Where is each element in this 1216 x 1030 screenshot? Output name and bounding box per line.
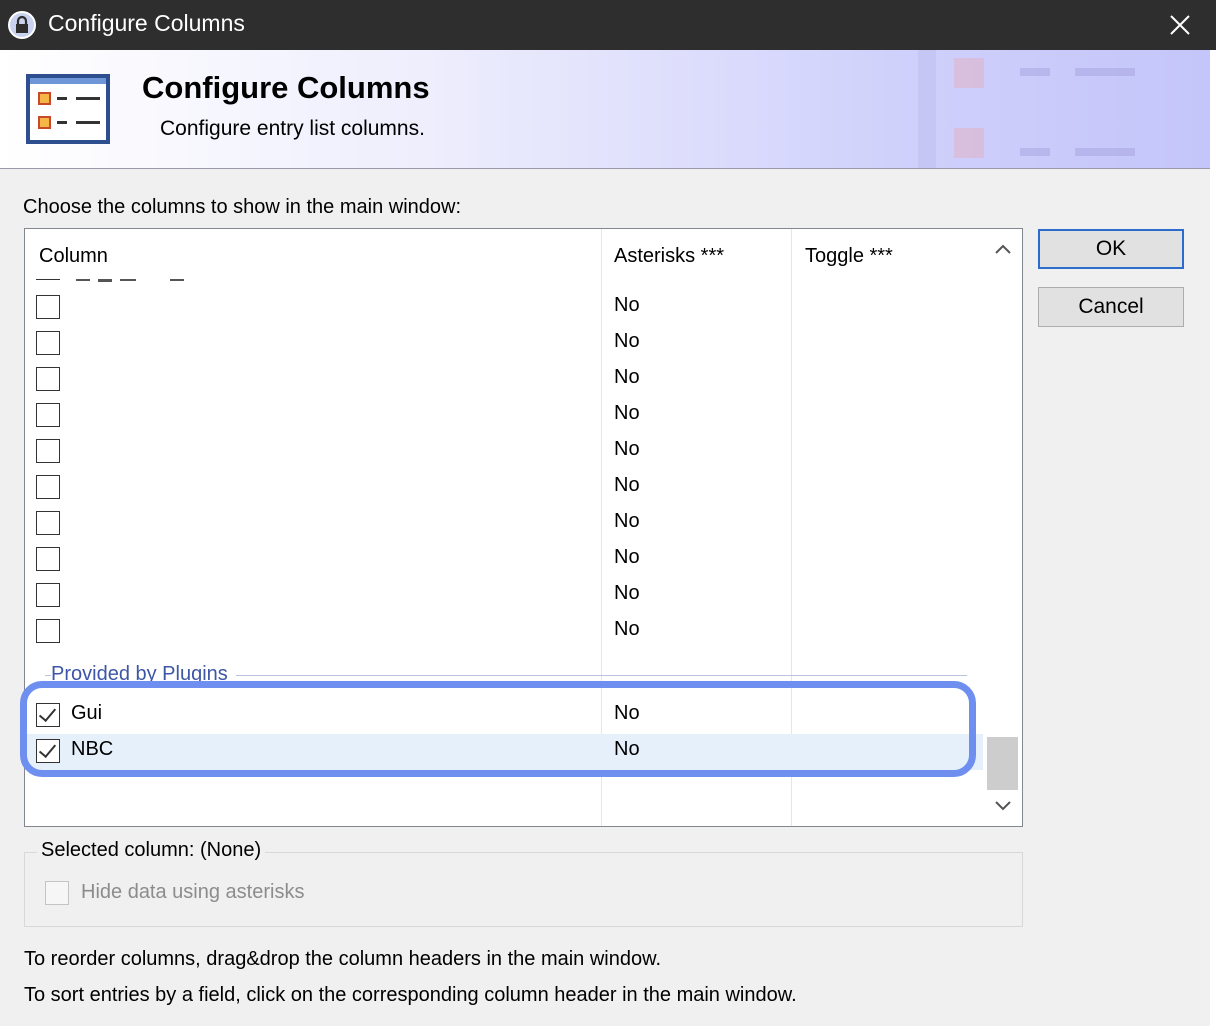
row-column-name: NBC [71,738,114,760]
row-asterisks-value: No [614,510,640,532]
list-row[interactable]: No [25,362,983,398]
row-asterisks-value: No [614,738,640,760]
row-checkbox[interactable] [36,295,60,319]
selected-column-legend: Selected column: (None) [37,839,266,862]
hide-asterisks-label: Hide data using asterisks [81,881,305,903]
row-checkbox[interactable] [36,583,60,607]
title-bar: Configure Columns [0,0,1216,50]
banner-subtitle: Configure entry list columns. [160,117,425,140]
list-row[interactable]: No [25,326,983,362]
chevron-down-icon [994,801,1011,811]
header-banner: Configure Columns Configure entry list c… [0,50,1210,169]
row-checkbox[interactable] [36,439,60,463]
ok-button[interactable]: OK [1038,229,1184,269]
chevron-up-icon [994,244,1011,254]
window-title: Configure Columns [48,10,245,36]
header-column[interactable]: Column [39,229,108,279]
partial-row [36,279,196,285]
list-row[interactable]: No [25,542,983,578]
banner-decoration [918,50,1135,168]
scroll-down-button[interactable] [983,786,1022,826]
row-asterisks-value: No [614,618,640,640]
row-asterisks-value: No [614,438,640,460]
columns-list-icon [26,74,110,144]
close-button[interactable] [1144,0,1216,50]
row-checkbox[interactable] [36,403,60,427]
header-asterisks[interactable]: Asterisks *** [614,229,724,279]
row-checkbox[interactable] [36,739,60,763]
list-row[interactable]: No [25,470,983,506]
list-row[interactable]: No [25,578,983,614]
row-checkbox[interactable] [36,511,60,535]
row-checkbox[interactable] [36,475,60,499]
row-asterisks-value: No [614,402,640,424]
scroll-thumb[interactable] [987,737,1018,790]
list-row[interactable]: No [25,506,983,542]
row-asterisks-value: No [614,702,640,724]
vertical-scrollbar[interactable] [983,229,1022,826]
list-row[interactable]: NBC No [25,734,983,770]
row-checkbox[interactable] [36,331,60,355]
list-row[interactable]: No [25,398,983,434]
banner-heading: Configure Columns [142,70,430,105]
note-sort: To sort entries by a field, click on the… [24,984,797,1006]
list-row[interactable]: No [25,290,983,326]
selected-column-groupbox: Selected column: (None) Hide data using … [24,839,1023,927]
instruction-label: Choose the columns to show in the main w… [23,196,462,218]
row-asterisks-value: No [614,474,640,496]
close-icon [1170,15,1190,35]
row-asterisks-value: No [614,366,640,388]
list-header: Column Asterisks *** Toggle *** [25,229,983,279]
row-asterisks-value: No [614,330,640,352]
row-asterisks-value: No [614,582,640,604]
cancel-button[interactable]: Cancel [1038,287,1184,327]
scroll-up-button[interactable] [983,229,1022,269]
hide-asterisks-checkbox [45,881,69,905]
note-reorder: To reorder columns, drag&drop the column… [24,948,662,970]
row-column-name: Gui [71,702,103,724]
columns-list[interactable]: Column Asterisks *** Toggle *** No No No No… [24,228,1023,827]
row-checkbox[interactable] [36,547,60,571]
header-toggle[interactable]: Toggle *** [805,229,893,279]
row-checkbox[interactable] [36,619,60,643]
group-label-plugins: Provided by Plugins [51,663,236,686]
row-checkbox[interactable] [36,703,60,727]
list-row[interactable]: No [25,434,983,470]
row-checkbox[interactable] [36,367,60,391]
list-row[interactable]: No [25,614,983,650]
row-asterisks-value: No [614,546,640,568]
lock-icon [8,11,36,39]
row-asterisks-value: No [614,294,640,316]
list-row[interactable]: Gui No [25,698,983,734]
